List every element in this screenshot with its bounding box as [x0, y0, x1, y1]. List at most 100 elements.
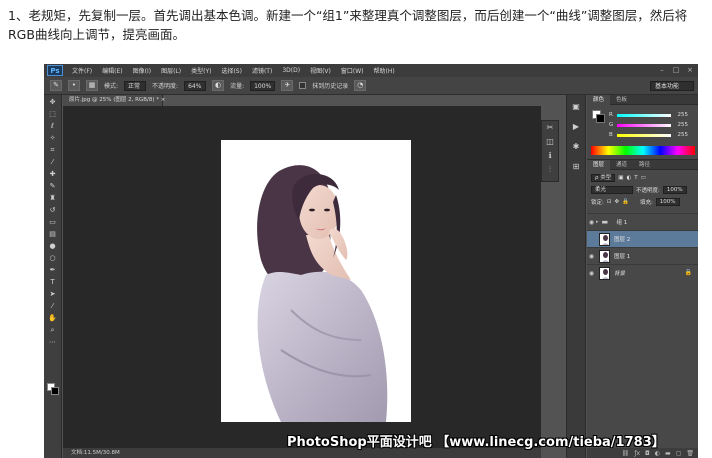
- background-color-swatch[interactable]: [51, 387, 59, 395]
- filter-pixel-icon[interactable]: ▣: [618, 175, 623, 181]
- eyedropper-tool-icon[interactable]: ⁄: [47, 157, 59, 167]
- menu-type[interactable]: 类型(Y): [186, 66, 216, 75]
- zoom-tool-icon[interactable]: ⌕: [47, 325, 59, 335]
- stamp-tool-icon[interactable]: ♜: [47, 193, 59, 203]
- layer-row-group1[interactable]: ◉ ▸ ▬ 组 1: [587, 213, 698, 230]
- healing-tool-icon[interactable]: ✚: [47, 169, 59, 179]
- pen-tool-icon[interactable]: ✒: [47, 265, 59, 275]
- menu-view[interactable]: 视图(V): [305, 66, 336, 75]
- tab-swatches[interactable]: 色板: [610, 95, 633, 105]
- trash-icon[interactable]: 🗑: [686, 450, 694, 457]
- quick-select-tool-icon[interactable]: ✧: [47, 133, 59, 143]
- tab-channels[interactable]: 通道: [610, 160, 633, 170]
- new-group-icon[interactable]: ▬: [665, 450, 671, 457]
- slider-r[interactable]: R 255: [609, 111, 695, 119]
- flow-input[interactable]: 100%: [250, 80, 276, 91]
- menu-edit[interactable]: 编辑(E): [97, 66, 127, 75]
- mode-select[interactable]: 正常: [124, 80, 147, 91]
- clone-source-icon[interactable]: ⊞: [567, 159, 585, 175]
- history-brush-icon[interactable]: ✎: [50, 80, 62, 91]
- slider-g[interactable]: G 255: [609, 121, 695, 129]
- shape-tool-icon[interactable]: ⁄: [47, 301, 59, 311]
- fx-icon[interactable]: ƒx: [634, 450, 640, 457]
- airbrush-icon[interactable]: ✈: [281, 80, 294, 91]
- workspace-select[interactable]: 基本功能: [650, 81, 694, 91]
- photo-canvas[interactable]: [221, 140, 411, 422]
- layer-filter-select[interactable]: ρ 类型: [591, 174, 616, 182]
- color-spectrum[interactable]: [591, 146, 695, 155]
- layer-opacity-input[interactable]: 100%: [662, 186, 687, 194]
- properties-icon[interactable]: ✂: [542, 121, 558, 135]
- history-brush-tool-icon[interactable]: ↺: [47, 205, 59, 215]
- history-checkbox[interactable]: [299, 82, 307, 89]
- eraser-tool-icon[interactable]: ▭: [47, 217, 59, 227]
- brush-settings-icon[interactable]: ✱: [567, 139, 585, 155]
- document-tab[interactable]: 原片.jpg @ 25% (图层 2, RGB/8) * ×: [63, 95, 165, 106]
- menu-image[interactable]: 图像(I): [128, 66, 156, 75]
- menu-3d[interactable]: 3D(D): [277, 67, 305, 74]
- lock-all-icon[interactable]: 🔒: [622, 199, 629, 205]
- menu-select[interactable]: 选择(S): [216, 66, 247, 75]
- tab-color[interactable]: 颜色: [587, 94, 611, 105]
- lock-pixels-icon[interactable]: ⊡: [607, 199, 612, 205]
- menu-file[interactable]: 文件(F): [67, 66, 97, 75]
- link-icon[interactable]: ⛓: [622, 450, 630, 457]
- filter-type-icon[interactable]: T: [634, 175, 637, 181]
- visibility-eye-icon[interactable]: ◉: [587, 219, 596, 226]
- path-select-tool-icon[interactable]: ➤: [47, 289, 59, 299]
- filter-adjust-icon[interactable]: ◐: [626, 175, 631, 181]
- type-tool-icon[interactable]: T: [47, 277, 59, 287]
- pressure-size-icon[interactable]: ◔: [354, 80, 367, 91]
- fill-input[interactable]: 100%: [655, 198, 680, 206]
- info-icon[interactable]: ℹ: [542, 149, 558, 163]
- actions-panel-icon[interactable]: ▶: [567, 119, 585, 135]
- extra-tool-icon[interactable]: ⋯: [47, 337, 59, 347]
- tab-layers[interactable]: 图层: [587, 159, 611, 170]
- marquee-tool-icon[interactable]: ⬚: [47, 109, 59, 119]
- close-button[interactable]: ×: [686, 66, 694, 74]
- menu-layer[interactable]: 图层(L): [156, 66, 186, 75]
- hand-tool-icon[interactable]: ✋: [47, 313, 59, 323]
- mask-icon[interactable]: ◘: [645, 450, 650, 457]
- move-tool-icon[interactable]: ✥: [47, 97, 59, 107]
- crop-tool-icon[interactable]: ⌗: [47, 145, 59, 155]
- slider-g-track[interactable]: [617, 123, 671, 127]
- layer-row-layer1[interactable]: ◉ 图层 1: [587, 247, 698, 264]
- channel-g-value[interactable]: 255: [674, 122, 689, 128]
- brush-panel-icon[interactable]: ▦: [86, 80, 98, 91]
- gradient-tool-icon[interactable]: ▤: [47, 229, 59, 239]
- panel-background-swatch[interactable]: [596, 114, 605, 123]
- minimize-button[interactable]: –: [658, 66, 666, 74]
- menu-filter[interactable]: 滤镜(T): [247, 66, 277, 75]
- adjustment-icon[interactable]: ◐: [655, 450, 660, 457]
- history-panel-icon[interactable]: ▣: [567, 99, 585, 115]
- expand-arrow-icon[interactable]: ▸: [596, 219, 599, 225]
- brush-preset-icon[interactable]: •: [68, 80, 80, 91]
- blur-tool-icon[interactable]: ●: [47, 241, 59, 251]
- slider-r-track[interactable]: [617, 113, 671, 117]
- pressure-opacity-icon[interactable]: ◐: [212, 80, 225, 91]
- visibility-eye-icon[interactable]: ◉: [587, 270, 596, 277]
- layer-row-background[interactable]: ◉ 背景 🔒: [587, 264, 698, 281]
- visibility-eye-icon[interactable]: ◉: [587, 253, 596, 260]
- slider-b-track[interactable]: [617, 133, 671, 137]
- adjust-icon[interactable]: ◫: [542, 135, 558, 149]
- brush-tool-icon[interactable]: ✎: [47, 181, 59, 191]
- new-layer-icon[interactable]: ▢: [676, 450, 682, 457]
- lasso-tool-icon[interactable]: ℓ: [47, 121, 59, 131]
- layer-row-layer2[interactable]: 图层 2: [587, 230, 698, 247]
- blend-mode-select[interactable]: 柔光: [591, 186, 633, 194]
- menu-help[interactable]: 帮助(H): [369, 66, 400, 75]
- channel-b-value[interactable]: 255: [674, 132, 689, 138]
- filter-shape-icon[interactable]: ▭: [641, 175, 646, 181]
- tab-paths[interactable]: 路径: [633, 160, 656, 170]
- canvas-area[interactable]: [63, 106, 541, 448]
- opacity-input[interactable]: 64%: [184, 80, 207, 91]
- lock-move-icon[interactable]: ✥: [614, 199, 619, 205]
- dodge-tool-icon[interactable]: ○: [47, 253, 59, 263]
- channel-r-value[interactable]: 255: [674, 112, 689, 118]
- sliders-icon[interactable]: ⫶: [542, 163, 558, 177]
- menu-window[interactable]: 窗口(W): [336, 66, 369, 75]
- maximize-button[interactable]: □: [672, 66, 680, 74]
- slider-b[interactable]: B 255: [609, 131, 695, 139]
